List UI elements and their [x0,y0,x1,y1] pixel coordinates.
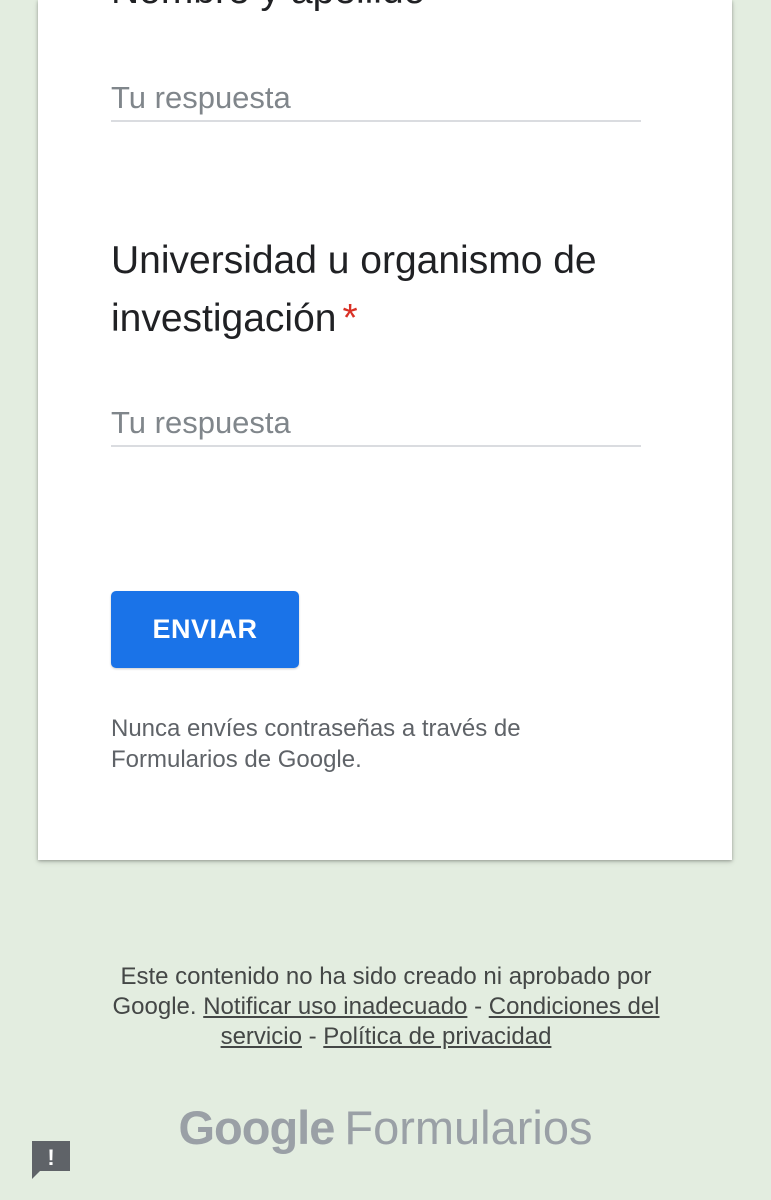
password-warning: Nunca envíes contraseñas a través de For… [111,715,521,773]
google-wordmark: Google [178,1101,336,1154]
google-forms-logo: Google Formularios [0,1098,771,1158]
footer-separator: - [308,1023,317,1050]
required-asterisk: * [342,297,358,340]
forms-wordmark: Formularios [344,1101,593,1154]
privacy-policy-link[interactable]: Política de privacidad [323,1023,551,1050]
institution-input[interactable] [111,401,641,447]
submit-button[interactable]: ENVIAR [111,591,299,668]
footer-disclaimer: Este contenido no ha sido creado ni apro… [80,962,692,1052]
question-title-name: Nombre y apellido [111,0,671,20]
feedback-report-icon: ! [32,1141,70,1179]
question-title-institution: Universidad u organismo de investigación… [111,232,671,348]
footer-separator: - [474,993,483,1020]
question-title-name-text: Nombre y apellido [111,0,425,12]
form-card: Nombre y apellido Universidad u organism… [38,0,732,860]
report-abuse-link[interactable]: Notificar uso inadecuado [203,993,467,1020]
name-input[interactable] [111,76,641,122]
exclamation-glyph: ! [47,1145,54,1170]
report-problem-button[interactable]: ! [29,1138,73,1182]
